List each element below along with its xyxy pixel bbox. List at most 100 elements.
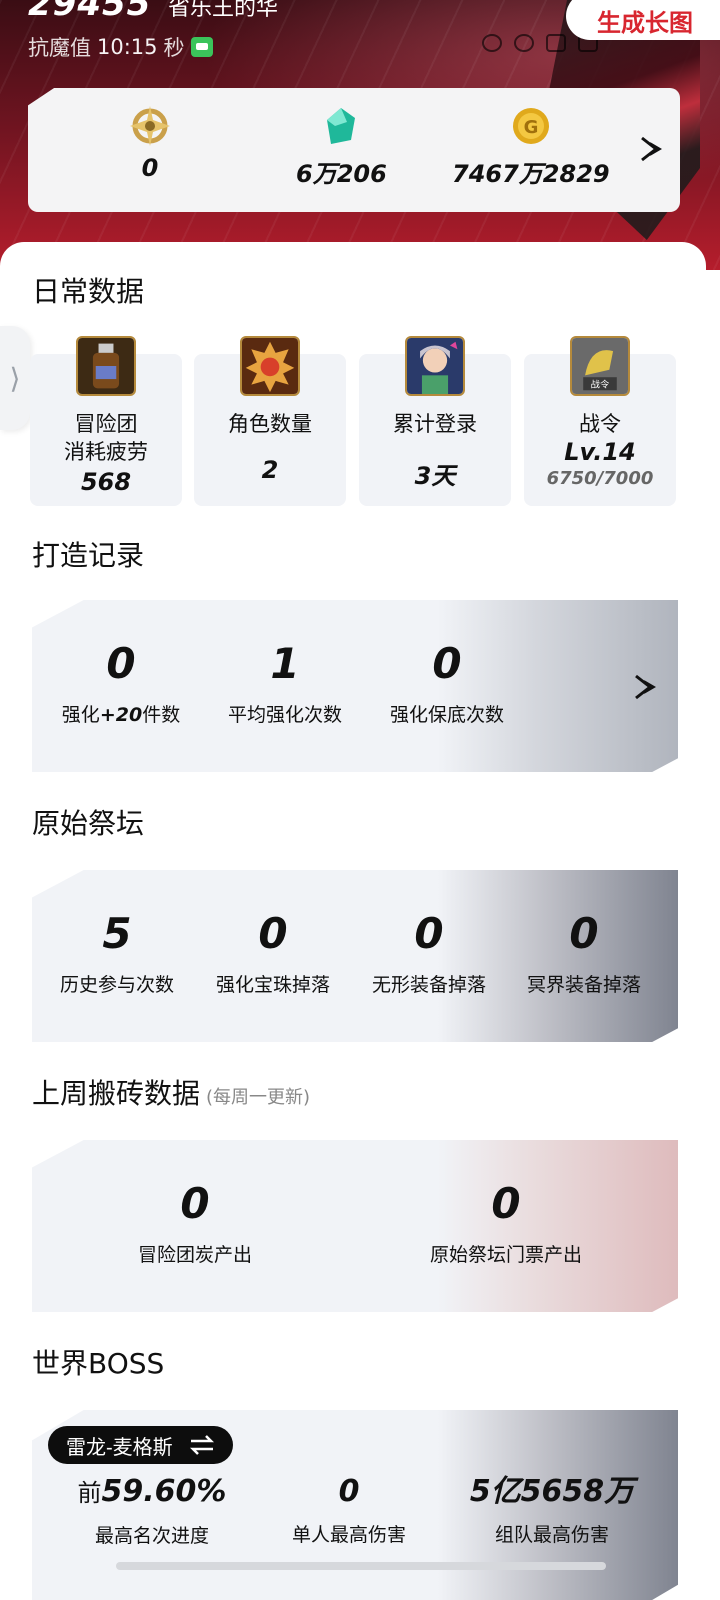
status-trailing: 秒: [163, 36, 185, 60]
altar-stat-label: 无形装备掉落: [371, 974, 486, 996]
forge-stat-label: 平均强化次数: [227, 704, 342, 726]
daily-label: 战令: [579, 412, 621, 436]
weekly-stat-label: 原始祭坛门票产出: [429, 1244, 582, 1266]
anti-magic-label: 抗魔值: [28, 36, 91, 60]
forge-stat-value: 0: [106, 639, 136, 688]
altar-stat-value: 5: [102, 909, 132, 958]
weekly-stat-value: 0: [491, 1179, 521, 1228]
weekly-title-text: 上周搬砖数据: [32, 1077, 201, 1110]
battle-pass-progress: 6750/7000: [546, 468, 654, 489]
battle-pass-level: Lv.14: [564, 438, 636, 466]
altar-stat: 0 冥界装备掉落: [509, 910, 659, 997]
altar-stat-value: 0: [258, 909, 288, 958]
currency-card: 0 6万206 G 7467万2829: [28, 88, 680, 212]
weekly-update-note: (每周一更新): [206, 1087, 311, 1108]
currency-value: 0: [141, 154, 159, 182]
boss-stat-label: 组队最高伤害: [494, 1524, 609, 1546]
altar-stat: 0 无形装备掉落: [354, 910, 504, 997]
daily-card-login: 累计登录 3天: [359, 336, 511, 506]
forge-stat-label-post: 件数: [142, 704, 181, 726]
status-time: 10:15: [97, 35, 158, 59]
boss-stat: 5亿5658万 组队最高伤害: [462, 1472, 642, 1547]
battle-pass-icon: 战令: [570, 336, 630, 396]
altar-section-title: 原始祭坛: [32, 807, 145, 840]
boss-stat-value: 前59.60%: [78, 1472, 227, 1513]
forge-stat: 0 强化保底次数: [372, 640, 522, 727]
weekly-stat-value: 0: [180, 1179, 210, 1228]
weekly-stat: 0 原始祭坛门票产出: [406, 1180, 606, 1267]
signal-icon: [546, 34, 566, 52]
daily-label: 角色数量: [228, 412, 312, 436]
forge-stat-label: 强化+20件数: [62, 700, 180, 727]
weekly-panel: 0 冒险团炭产出 0 原始祭坛门票产出: [32, 1140, 678, 1312]
weekly-section-title: 上周搬砖数据 (每周一更新): [32, 1072, 310, 1112]
server-name: 省乐王的华: [168, 0, 279, 21]
daily-value: 3天: [414, 462, 456, 490]
daily-card-characters: 角色数量 2: [194, 336, 346, 506]
side-drawer-handle[interactable]: ⟩: [0, 326, 30, 430]
altar-stat-value: 0: [569, 909, 599, 958]
forge-stat-label: 强化保底次数: [389, 704, 504, 726]
player-score: 29455: [28, 0, 152, 24]
currency-item: G 7467万2829: [452, 106, 610, 189]
altar-stat: 0 强化宝珠掉落: [198, 910, 348, 997]
daily-value: 568: [80, 468, 132, 496]
alarm-icon: [482, 34, 502, 52]
daily-value: 2: [261, 456, 279, 484]
boss-stat-value: 0: [338, 1474, 360, 1509]
boss-stat-label: 最高名次进度: [94, 1525, 209, 1547]
boss-rank-prefix: 前: [77, 1479, 102, 1507]
currency-value: 7467万2829: [452, 160, 610, 188]
swap-icon: [189, 1435, 214, 1455]
currency-item: 0: [130, 106, 170, 182]
forge-stat: 0 强化+20件数: [46, 640, 196, 727]
compass-coin-icon: [130, 106, 170, 146]
medal-icon: [240, 336, 300, 396]
profile-header: 29455 省乐王的华 抗魔值 10:15 秒 生成长图 0 6万206 G 7…: [0, 0, 720, 270]
boss-stat-label: 单人最高伤害: [291, 1524, 406, 1546]
boss-selector-button[interactable]: 雷龙-麦格斯: [48, 1426, 233, 1464]
generate-long-image-button[interactable]: 生成长图: [566, 0, 720, 40]
daily-label-line1: 冒险团: [74, 412, 138, 436]
altar-panel: 5 历史参与次数 0 强化宝珠掉落 0 无形装备掉落 0 冥界装备掉落: [32, 870, 678, 1042]
daily-label: 冒险团 消耗疲劳: [64, 410, 148, 466]
daily-card-fatigue: 冒险团 消耗疲劳 568: [30, 336, 182, 506]
forge-stat: 1 平均强化次数: [210, 640, 360, 727]
gem-icon: [327, 108, 356, 144]
boss-stat: 0 单人最高伤害: [274, 1472, 424, 1547]
boss-section-title: 世界BOSS: [32, 1347, 165, 1380]
forge-stat-value: 0: [432, 639, 462, 688]
forge-stat-label-pre: 强化: [61, 704, 100, 726]
forge-section-title: 打造记录: [32, 539, 145, 572]
boss-panel: 雷龙-麦格斯 前59.60% 最高名次进度 0 单人最高伤害 5亿5658万 组…: [32, 1410, 678, 1600]
currency-item: 6万206: [296, 106, 387, 189]
weekly-stat-label: 冒险团炭产出: [137, 1244, 252, 1266]
weekly-stat: 0 冒险团炭产出: [120, 1180, 270, 1267]
boss-stat: 前59.60% 最高名次进度: [72, 1472, 232, 1548]
altar-stat: 5 历史参与次数: [42, 910, 192, 997]
wifi-icon: [514, 34, 534, 52]
daily-label: 累计登录: [393, 412, 477, 436]
altar-stat-label: 冥界装备掉落: [526, 974, 641, 996]
altar-stat-label: 强化宝珠掉落: [215, 974, 330, 996]
currency-value: 6万206: [296, 160, 387, 188]
boss-stat-value: 5亿5658万: [469, 1474, 635, 1509]
boss-selector-label: 雷龙-麦格斯: [66, 1436, 173, 1459]
altar-stat-value: 0: [414, 909, 444, 958]
status-bar-left: 抗魔值 10:15 秒: [28, 32, 213, 62]
forge-stat-value: 1: [270, 639, 300, 688]
altar-stat-label: 历史参与次数: [59, 974, 174, 996]
message-icon: [190, 37, 213, 57]
gold-coin-icon: G: [512, 108, 549, 144]
boss-rank-progress: 59.60%: [101, 1474, 227, 1509]
daily-card-battle-pass[interactable]: 战令 战令 Lv.14 6750/7000: [524, 336, 676, 506]
daily-section-title: 日常数据: [32, 275, 145, 308]
battle-pass-icon-text: 战令: [591, 378, 610, 390]
svg-text:G: G: [523, 117, 538, 138]
currency-detail-arrow-icon[interactable]: [638, 134, 668, 164]
character-portrait-icon: [405, 336, 465, 396]
scroll-indicator: [116, 1562, 606, 1570]
forge-panel[interactable]: 0 强化+20件数 1 平均强化次数 0 强化保底次数: [32, 600, 678, 772]
forge-detail-arrow-icon[interactable]: [632, 672, 662, 702]
forge-stat-label-bold: +20: [99, 704, 143, 726]
